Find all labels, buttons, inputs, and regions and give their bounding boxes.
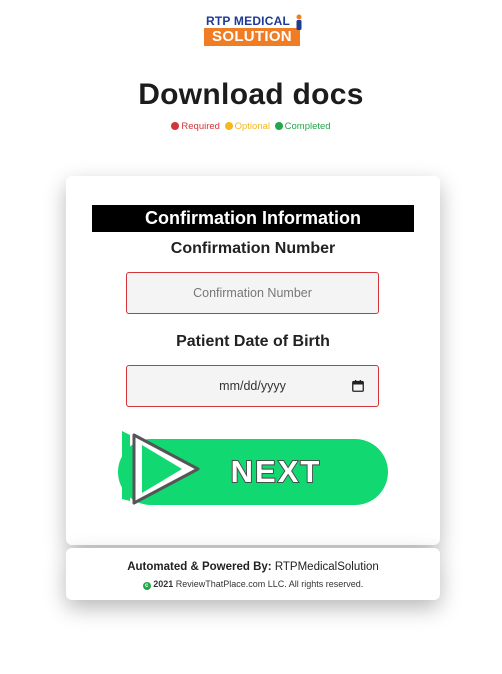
footer: Automated & Powered By: RTPMedicalSoluti…	[66, 548, 440, 600]
confirmation-number-input[interactable]	[126, 272, 379, 314]
optional-dot-icon	[224, 122, 233, 130]
footer-powered-name: RTPMedicalSolution	[274, 561, 379, 573]
next-button-label: NEXT	[231, 454, 322, 489]
calendar-icon[interactable]	[352, 380, 364, 392]
footer-year: 2021	[153, 579, 174, 589]
brand-logo[interactable]: RTP MEDICAL SOLUTION	[204, 14, 304, 48]
footer-powered: Automated & Powered By: RTPMedicalSoluti…	[66, 561, 440, 573]
confirmation-number-label: Confirmation Number	[170, 240, 336, 257]
dob-date-input[interactable]: mm/dd/yyyy	[126, 365, 379, 407]
legend-optional: Optional	[224, 121, 270, 132]
next-button[interactable]: NEXT	[116, 427, 392, 511]
page-title: Download docs	[138, 78, 364, 111]
dob-label: Patient Date of Birth	[176, 333, 330, 350]
footer-powered-prefix: Automated & Powered By:	[127, 561, 272, 573]
status-legend: Required Optional Completed	[0, 121, 502, 132]
footer-rights: ReviewThatPlace.com LLC. All rights rese…	[175, 579, 364, 589]
dob-date-value: mm/dd/yyyy	[219, 379, 286, 393]
footer-copyright: c 2021 ReviewThatPlace.com LLC. All righ…	[66, 579, 440, 590]
legend-required: Required	[171, 121, 220, 132]
brand-logo-line2: SOLUTION	[204, 28, 300, 46]
brand-logo-line1: RTP MEDICAL	[206, 14, 290, 28]
legend-completed-label: Completed	[284, 121, 331, 132]
completed-dot-icon	[274, 122, 283, 130]
section-title: Confirmation Information	[92, 205, 414, 232]
legend-optional-label: Optional	[234, 121, 270, 132]
legend-completed: Completed	[274, 121, 331, 132]
copyright-icon: c	[142, 582, 151, 590]
doctor-figure-icon	[296, 14, 302, 30]
confirmation-card: Confirmation Information Confirmation Nu…	[66, 176, 440, 545]
required-dot-icon	[171, 122, 180, 130]
legend-required-label: Required	[181, 121, 220, 132]
